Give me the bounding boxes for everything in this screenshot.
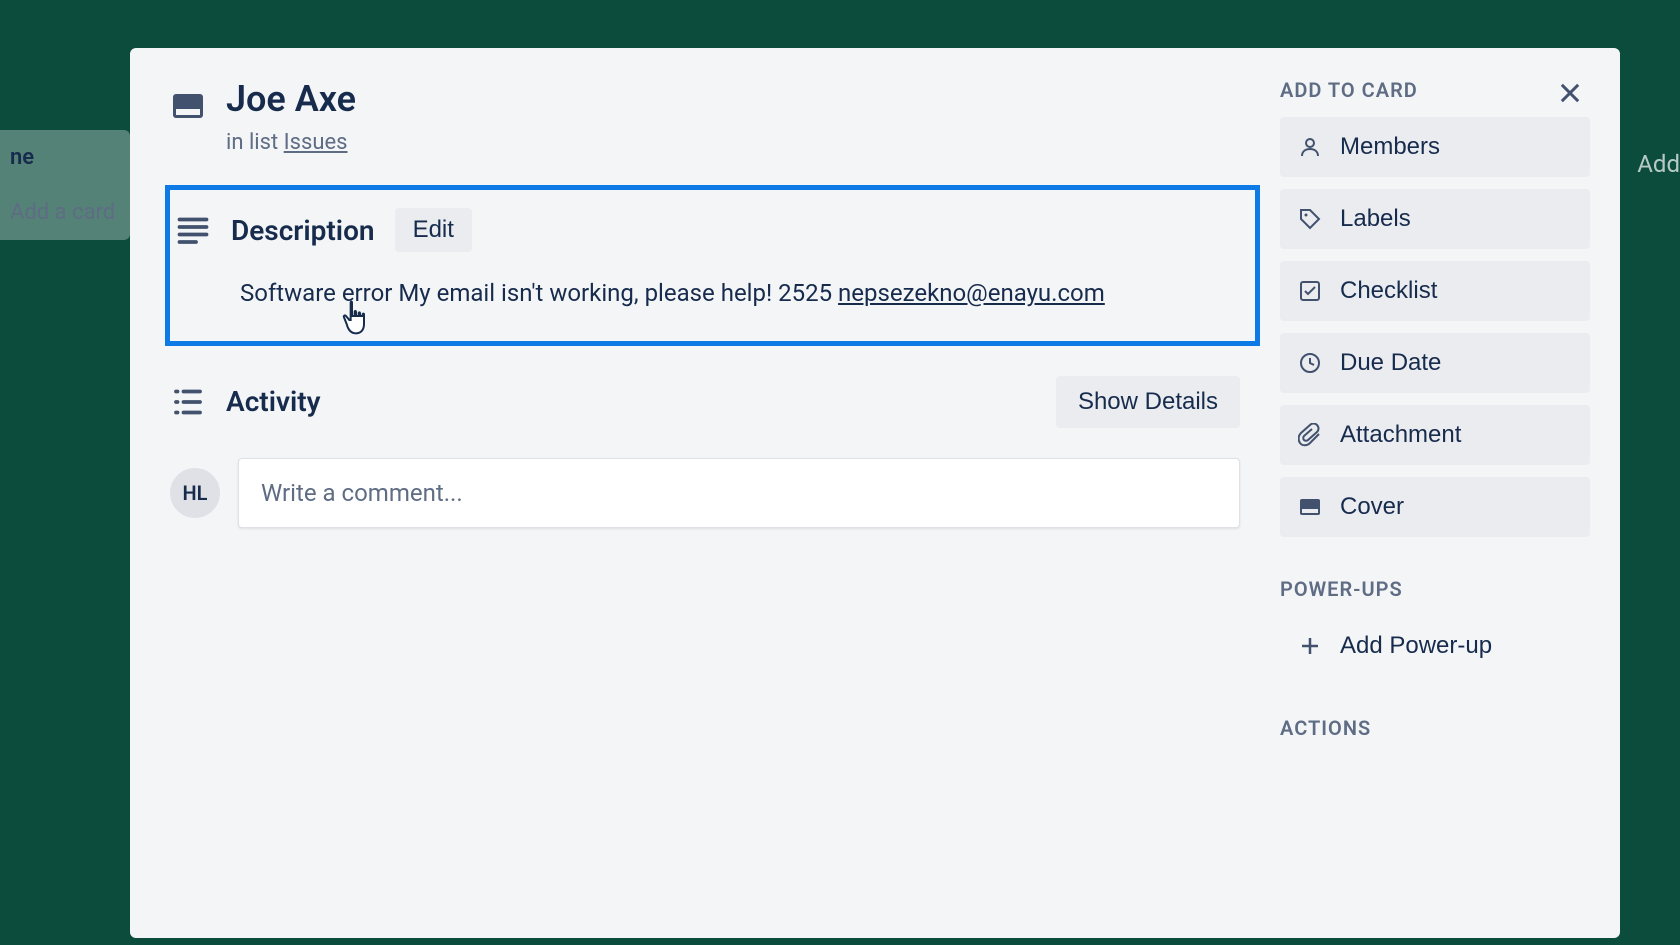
bg-add-list: Add: [1637, 150, 1680, 178]
plus-icon: [1298, 634, 1322, 658]
description-section: Description Edit Software error My email…: [165, 185, 1260, 346]
activity-icon: [170, 384, 206, 420]
checklist-icon: [1298, 279, 1322, 303]
card-icon: [170, 78, 206, 128]
add-to-card-heading: ADD TO CARD: [1280, 78, 1590, 102]
clock-icon: [1298, 351, 1322, 375]
card-title[interactable]: Joe Axe: [226, 78, 356, 120]
description-text: Software error My email isn't working, p…: [240, 279, 838, 307]
checklist-label: Checklist: [1340, 277, 1437, 305]
comment-row: HL Write a comment...: [170, 458, 1260, 528]
members-icon: [1298, 135, 1322, 159]
close-button[interactable]: [1545, 68, 1595, 118]
attachment-icon: [1298, 423, 1322, 447]
cover-icon: [1298, 495, 1322, 519]
add-power-up-label: Add Power-up: [1340, 632, 1492, 660]
add-to-card-section: ADD TO CARD Members Labels Checklist Due…: [1280, 78, 1590, 537]
modal-main-column: Joe Axe in list Issues Description Edit …: [130, 48, 1280, 938]
comment-input[interactable]: Write a comment...: [238, 458, 1240, 528]
members-button[interactable]: Members: [1280, 117, 1590, 177]
cover-button[interactable]: Cover: [1280, 477, 1590, 537]
power-ups-heading: POWER-UPS: [1280, 577, 1590, 601]
card-header: Joe Axe in list Issues: [170, 78, 1260, 155]
list-link[interactable]: Issues: [284, 130, 348, 155]
actions-section: ACTIONS: [1280, 716, 1590, 740]
avatar[interactable]: HL: [170, 468, 220, 518]
modal-sidebar: ADD TO CARD Members Labels Checklist Due…: [1280, 48, 1620, 938]
bg-list-title: ne: [10, 145, 120, 170]
labels-label: Labels: [1340, 205, 1411, 233]
activity-section: Activity Show Details HL Write a comment…: [170, 356, 1260, 548]
add-power-up-button[interactable]: Add Power-up: [1280, 616, 1590, 676]
power-ups-section: POWER-UPS Add Power-up: [1280, 577, 1590, 676]
due-date-button[interactable]: Due Date: [1280, 333, 1590, 393]
members-label: Members: [1340, 133, 1440, 161]
description-content[interactable]: Software error My email isn't working, p…: [170, 277, 1235, 311]
close-icon: [1556, 79, 1584, 107]
attachment-label: Attachment: [1340, 421, 1461, 449]
description-header: Description Edit: [170, 208, 1235, 252]
activity-heading: Activity: [226, 385, 321, 418]
labels-button[interactable]: Labels: [1280, 189, 1590, 249]
description-heading: Description: [231, 214, 375, 247]
actions-heading: ACTIONS: [1280, 716, 1590, 740]
checklist-button[interactable]: Checklist: [1280, 261, 1590, 321]
activity-header: Activity Show Details: [170, 376, 1260, 428]
attachment-button[interactable]: Attachment: [1280, 405, 1590, 465]
description-email-link[interactable]: nepsezekno@enayu.com: [838, 279, 1105, 307]
cover-label: Cover: [1340, 493, 1404, 521]
in-list-prefix: in list: [226, 130, 284, 155]
edit-description-button[interactable]: Edit: [395, 208, 472, 252]
bg-add-card: Add a card: [10, 200, 120, 225]
show-details-button[interactable]: Show Details: [1056, 376, 1240, 428]
description-icon: [175, 212, 211, 248]
card-modal: Joe Axe in list Issues Description Edit …: [130, 48, 1620, 938]
labels-icon: [1298, 207, 1322, 231]
background-list: ne Add a card: [0, 130, 130, 240]
card-list-info: in list Issues: [226, 130, 356, 155]
due-date-label: Due Date: [1340, 349, 1441, 377]
